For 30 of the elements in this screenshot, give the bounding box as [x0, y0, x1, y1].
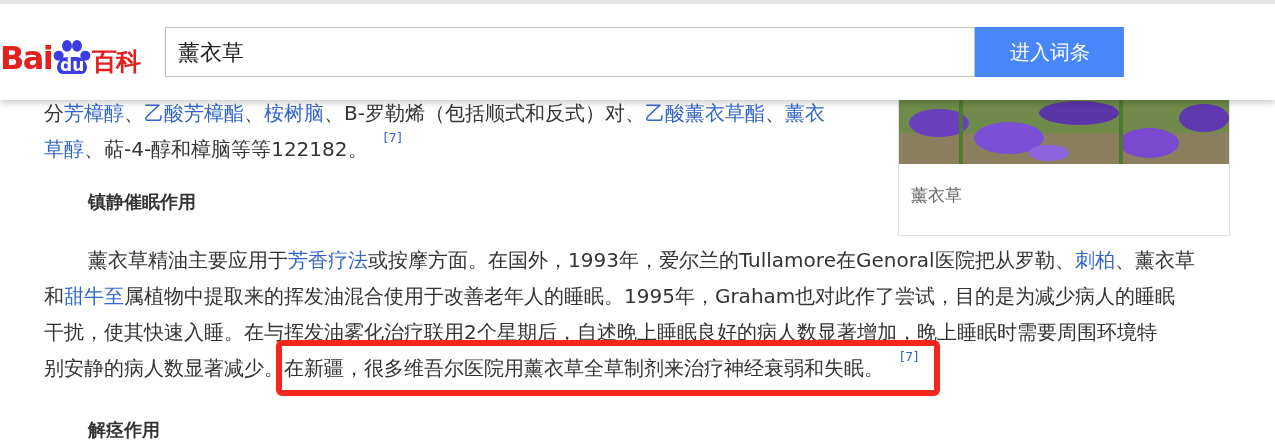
link[interactable]: 桉树脑	[264, 101, 324, 125]
link[interactable]: 草醇	[44, 137, 84, 161]
paragraph-text: 、	[764, 101, 785, 125]
paragraph-text: 别安静的病人数显著减少。	[44, 356, 284, 380]
paragraph-text: 在新疆，很多维吾尔医院用薰衣草全草制剂来治疗神经衰弱和失眠。	[284, 356, 884, 380]
enter-entry-button[interactable]: 进入词条	[975, 27, 1124, 77]
paragraph-text: 分	[44, 101, 64, 125]
paragraph-text: 薰衣草精油主要应用于	[88, 248, 288, 272]
reference-link[interactable]: [7]	[383, 129, 402, 145]
section-heading: 镇静催眠作用	[88, 190, 196, 214]
paragraph-text: 、B-罗勒烯（包括顺式和反式）对、	[324, 101, 645, 125]
paragraph-text: 、	[124, 101, 144, 125]
paragraph-text: 、薰衣草	[1114, 248, 1195, 272]
paragraph-text: 、萜-4-醇和樟脑等等122182。	[84, 137, 368, 161]
paragraph-text: 、	[244, 101, 264, 125]
link[interactable]: 乙酸薰衣草酯	[644, 101, 765, 125]
baidu-baike-logo[interactable]: Bai du 百科	[0, 38, 150, 74]
link[interactable]: 甜牛至	[64, 284, 124, 308]
reference-link[interactable]: [7]	[900, 348, 919, 364]
link[interactable]: 刺柏	[1074, 248, 1115, 272]
image-caption: 薰衣草	[910, 184, 963, 207]
search-field[interactable]: 薰衣草	[165, 27, 975, 77]
paragraph-text: 属植物中提取来的挥发油混合使用于改善老年人的睡眠。1995年，Graham也对此作了尝试，目的是为减少病人的睡眠	[124, 284, 1176, 308]
paragraph-text: 和	[44, 284, 64, 308]
paragraph-text: 或按摩方面。在国外，1993年，爱尔兰的Tullamore在Genoral医院把从罗勒、	[368, 248, 1075, 272]
link[interactable]: 芳香疗法	[288, 248, 368, 272]
link[interactable]: 芳樟醇	[64, 101, 124, 125]
section-heading: 解痉作用	[88, 418, 160, 441]
link[interactable]: 乙酸芳樟酯	[144, 101, 244, 125]
link[interactable]: 薰衣	[784, 101, 825, 125]
